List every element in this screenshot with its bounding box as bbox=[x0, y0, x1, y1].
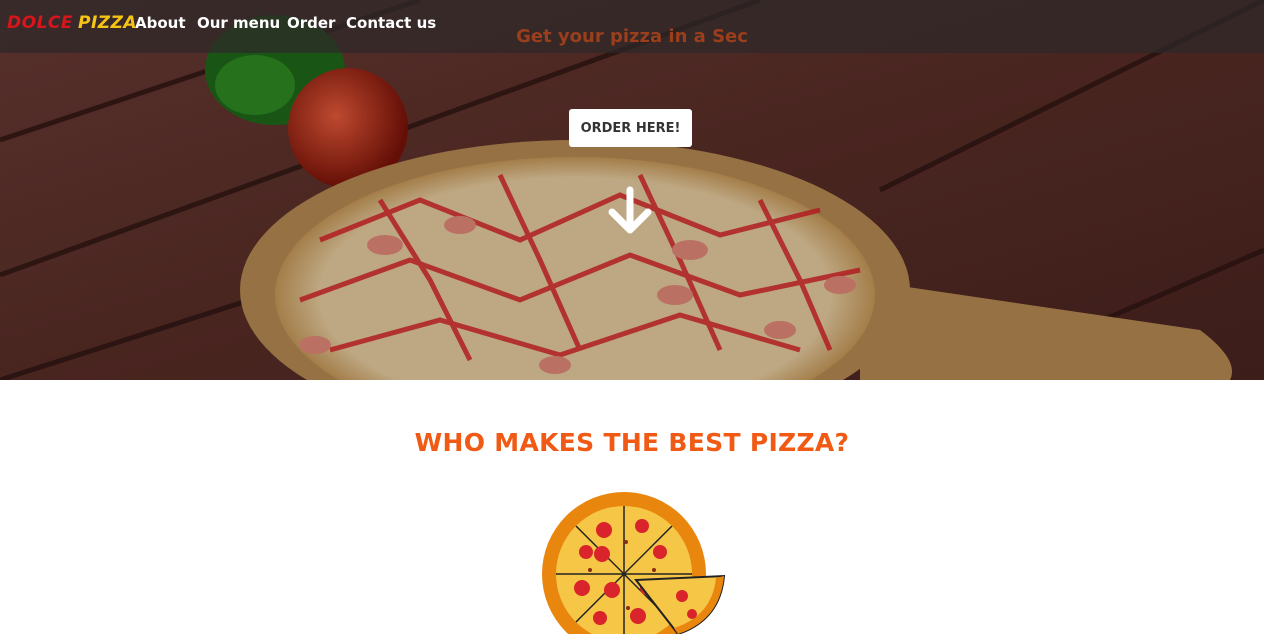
hero-tagline: Get your pizza in a Sec bbox=[516, 26, 748, 47]
order-here-button[interactable]: ORDER HERE! bbox=[569, 109, 692, 147]
arrow-down-icon[interactable] bbox=[606, 186, 654, 238]
pizza-icon bbox=[542, 492, 726, 634]
hero-section: DOLCE PIZZA About Our menu Order Contact … bbox=[0, 0, 1264, 380]
section-title: WHO MAKES THE BEST PIZZA? bbox=[414, 428, 850, 457]
